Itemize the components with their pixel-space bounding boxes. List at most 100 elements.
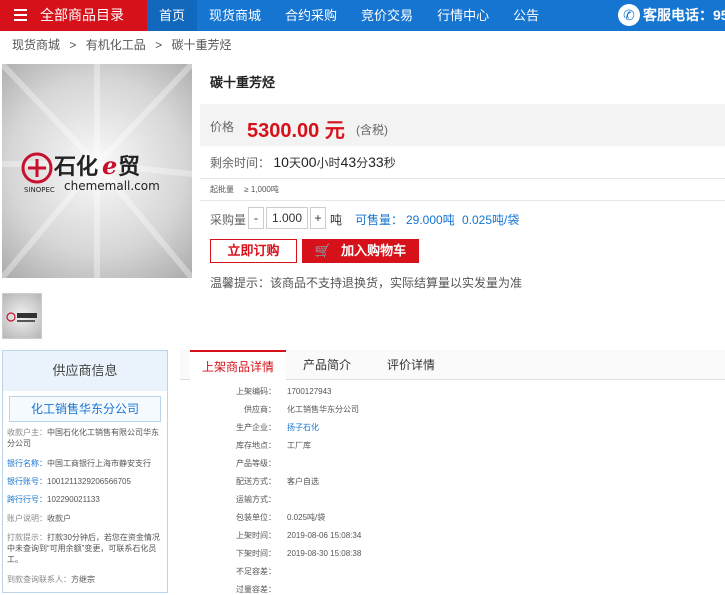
svg-text:SINOPEC: SINOPEC xyxy=(24,186,55,194)
supplier-field-contact: 到款查询联系人：方继宗 xyxy=(7,574,165,585)
available-value: 29.000吨 xyxy=(406,213,455,227)
field-key: 银行账号： xyxy=(7,477,47,486)
tab-listing-details[interactable]: 上架商品详情 xyxy=(190,350,286,380)
detail-value: 化工销售华东分公司 xyxy=(287,405,359,414)
breadcrumb-organic-chem[interactable]: 有机化工品 xyxy=(86,38,146,52)
nav-market[interactable]: 行情中心 xyxy=(425,0,501,31)
hotline-text: 客服电话：95388 xyxy=(643,7,725,23)
buy-now-button[interactable]: 立即订购 xyxy=(210,239,297,263)
detail-key: 供应商： xyxy=(244,405,276,414)
detail-key: 配送方式： xyxy=(236,477,276,486)
detail-key: 运输方式： xyxy=(236,495,276,504)
remain-label: 剩余时间： xyxy=(210,156,271,170)
detail-value: 0.025吨/袋 xyxy=(287,513,326,522)
product-title: 碳十重芳烃 xyxy=(210,75,276,90)
detail-key: 产品等级： xyxy=(236,459,276,468)
detail-key: 生产企业： xyxy=(236,423,276,432)
tax-note: (含税) xyxy=(356,123,388,137)
product-main-image: 石化 e 贸 chememall.com SINOPEC xyxy=(2,64,192,278)
supplier-field-account: 银行账号：1001211329206566705 xyxy=(7,476,165,487)
detail-value: 客户自选 xyxy=(287,477,319,486)
breadcrumb-spot-mall[interactable]: 现货商城 xyxy=(12,38,60,52)
svg-text:石化: 石化 xyxy=(53,154,98,180)
detail-value: 工厂库 xyxy=(287,441,311,450)
sinopec-logo-image: 石化 e 贸 chememall.com SINOPEC xyxy=(2,64,192,278)
field-key: 账户说明： xyxy=(7,514,47,523)
detail-key: 包装单位： xyxy=(236,513,276,522)
svg-text:e: e xyxy=(102,151,117,180)
remain-hours: 00 xyxy=(300,154,317,170)
remain-days: 10 xyxy=(273,154,289,170)
tab-product-intro[interactable]: 产品简介 xyxy=(286,350,368,380)
field-key: 跨行行号： xyxy=(7,495,47,504)
detail-tabs: 上架商品详情 产品简介 评价详情 xyxy=(180,350,725,380)
detail-key: 过量容差： xyxy=(236,585,276,594)
divider xyxy=(200,200,725,201)
add-to-cart-button[interactable]: 🛒 加入购物车 xyxy=(302,239,419,263)
package-size: 0.025吨/袋 xyxy=(462,213,520,227)
qty-label: 采购量 xyxy=(210,213,247,227)
field-value: 102290021133 xyxy=(47,495,100,504)
field-value: 方继宗 xyxy=(71,575,95,584)
menu-icon xyxy=(14,9,27,21)
field-key: 收款户主： xyxy=(7,428,47,437)
supplier-field-bank: 银行名称：中国工商银行上海市静安支行 xyxy=(7,458,165,469)
field-value: 收款户 xyxy=(47,514,71,523)
qty-unit: 吨 xyxy=(330,213,343,227)
min-order-label: 起批量 xyxy=(210,185,234,194)
remain-seconds: 33 xyxy=(368,154,384,170)
seconds-unit: 秒 xyxy=(383,156,396,170)
min-order: 起批量 ≥ 1,000吨 xyxy=(210,184,279,195)
divider xyxy=(200,178,725,179)
nav-spot-mall[interactable]: 现货商城 xyxy=(197,0,273,31)
purchase-notice: 温馨提示：该商品不支持退换货，实际结算量以实发量为准 xyxy=(210,276,523,290)
qty-minus-button[interactable]: - xyxy=(248,207,264,229)
detail-value: 1700127943 xyxy=(287,387,332,396)
supplier-field-note: 账户说明：收款户 xyxy=(7,513,165,524)
all-categories-button[interactable]: 全部商品目录 xyxy=(0,0,147,31)
nav-announcement[interactable]: 公告 xyxy=(501,0,551,31)
field-key: 银行名称： xyxy=(7,459,47,468)
add-to-cart-label: 加入购物车 xyxy=(341,243,407,258)
detail-key: 库存地点： xyxy=(236,441,276,450)
phone-icon: ✆ xyxy=(618,4,640,26)
nav-contract[interactable]: 合约采购 xyxy=(273,0,349,31)
field-key: 打款提示： xyxy=(7,533,47,542)
field-key: 到款查询联系人： xyxy=(7,575,71,584)
min-order-value: ≥ 1,000吨 xyxy=(244,185,279,194)
breadcrumb: 现货商城 > 有机化工品 > 碳十重芳烃 xyxy=(12,36,237,53)
manufacturer-link[interactable]: 扬子石化 xyxy=(287,422,319,433)
supplier-panel: 供应商信息 化工销售华东分公司 收款户主：中国石化化工销售有限公司华东分公司 银… xyxy=(2,350,168,593)
detail-key: 不足容差： xyxy=(236,567,276,576)
field-value: 中国工商银行上海市静安支行 xyxy=(47,459,151,468)
detail-key: 上架编码： xyxy=(236,387,276,396)
detail-key: 上架时间： xyxy=(236,531,276,540)
svg-text:chememall.com: chememall.com xyxy=(64,179,160,193)
main-nav: 首页 现货商城 合约采购 竞价交易 行情中心 公告 xyxy=(147,0,551,31)
days-unit: 天 xyxy=(288,156,301,170)
nav-home[interactable]: 首页 xyxy=(147,0,198,31)
minutes-unit: 分 xyxy=(356,156,369,170)
breadcrumb-separator: > xyxy=(155,38,163,52)
breadcrumb-current: 碳十重芳烃 xyxy=(171,38,232,52)
cart-icon: 🛒 xyxy=(314,243,332,258)
svg-text:贸: 贸 xyxy=(118,155,140,180)
supplier-field-payee: 收款户主：中国石化化工销售有限公司华东分公司 xyxy=(7,427,165,449)
detail-value: 2019-08-30 15:08:38 xyxy=(287,549,362,558)
top-nav-bar: 全部商品目录 首页 现货商城 合约采购 竞价交易 行情中心 公告 ✆ 客服电话：… xyxy=(0,0,725,31)
hours-unit: 小时 xyxy=(316,156,341,170)
price-label: 价格 xyxy=(210,120,235,134)
available-label: 可售量： xyxy=(355,213,404,227)
supplier-field-payment-tip: 打款提示：打款30分钟后，若您在资金情况中未查询到“可用余额”变更，可联系石化员… xyxy=(7,532,165,565)
detail-value: 2019-08-06 15:08:34 xyxy=(287,531,362,540)
nav-bidding[interactable]: 竞价交易 xyxy=(349,0,425,31)
tab-reviews[interactable]: 评价详情 xyxy=(368,350,454,380)
countdown: 剩余时间： 10天00小时43分33秒 xyxy=(210,154,396,171)
qty-input[interactable]: 1.000 xyxy=(266,207,308,229)
qty-plus-button[interactable]: + xyxy=(310,207,326,229)
supplier-field-interbank: 跨行行号：102290021133 xyxy=(7,494,165,505)
price-value: 5300.00 元 xyxy=(247,120,345,142)
supplier-name[interactable]: 化工销售华东分公司 xyxy=(9,396,161,422)
remain-minutes: 43 xyxy=(340,154,357,170)
product-thumbnail[interactable] xyxy=(2,293,42,339)
